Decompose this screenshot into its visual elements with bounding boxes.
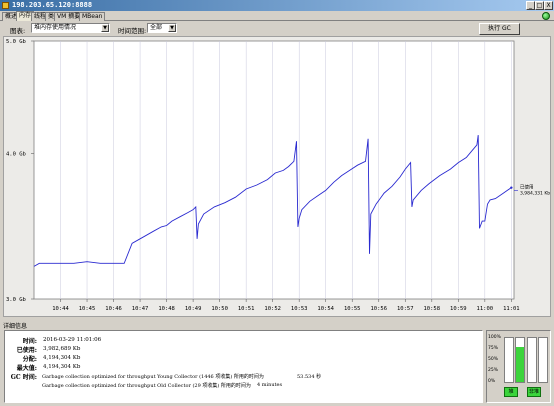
- y-tick-label: 4.0 Gb: [6, 152, 26, 158]
- x-tick-label: 10:47: [132, 306, 149, 312]
- x-tick-label: 10:59: [450, 306, 467, 312]
- x-tick-label: 10:49: [185, 306, 202, 312]
- time-range-select[interactable]: 全部 ▼: [147, 23, 177, 33]
- x-tick-label: 10:51: [238, 306, 255, 312]
- details-section-title: 详细信息: [3, 323, 28, 330]
- heap-button[interactable]: 堆: [504, 387, 518, 397]
- max-value: 4,194,304 Kb: [43, 364, 81, 370]
- x-tick-label: 10:45: [79, 306, 96, 312]
- time-label: 时间:: [22, 338, 37, 345]
- connection-status-icon: [542, 12, 550, 20]
- chart-select[interactable]: 堆内存使用情况 ▼: [31, 23, 110, 33]
- plot-area: [33, 40, 515, 300]
- java-app-icon: [2, 2, 9, 9]
- max-label: 最大值:: [16, 365, 37, 372]
- x-tick-label: 10:57: [397, 306, 414, 312]
- x-tick-label: 10:50: [211, 306, 228, 312]
- allocated-value: 4,194,304 Kb: [43, 355, 81, 361]
- close-button[interactable]: X: [544, 1, 553, 10]
- chart-label: 图表:: [10, 27, 26, 35]
- y-tick-label: 3.0 Gb: [6, 297, 26, 303]
- time-range-label: 时间范围:: [118, 27, 147, 35]
- callout-label: 已使用: [520, 183, 534, 190]
- x-tick-label: 10:44: [52, 306, 69, 312]
- tab-bar: 概述 内存 线程 类 VM 摘要 MBean: [0, 11, 554, 21]
- chevron-down-icon[interactable]: ▼: [101, 24, 109, 32]
- x-tick-label: 10:46: [105, 306, 122, 312]
- tab-mbean[interactable]: MBean: [79, 12, 106, 21]
- gc-old-line: Garbage collection optimized for through…: [42, 383, 251, 389]
- heap-tick: 75%: [488, 346, 499, 351]
- x-tick-label: 10:48: [158, 306, 175, 312]
- time-range-value: 全部: [150, 24, 163, 31]
- allocated-label: 分配:: [22, 356, 37, 363]
- heap-tick: 50%: [488, 357, 499, 362]
- non-heap-button[interactable]: 非堆: [527, 387, 541, 397]
- heap-bar[interactable]: [504, 337, 514, 383]
- x-tick-label: 10:54: [317, 306, 334, 312]
- x-tick-label: 10:58: [424, 306, 441, 312]
- x-tick-label: 11:00: [477, 306, 494, 312]
- callout-value: 3,984,331 Kb: [520, 190, 550, 196]
- heap-bar[interactable]: [538, 337, 548, 383]
- x-tick-label: 10:56: [370, 306, 387, 312]
- heap-bar-fill: [516, 346, 524, 382]
- chevron-down-icon[interactable]: ▼: [168, 24, 176, 32]
- gc-old-value: 4 minutes: [257, 382, 283, 388]
- used-value: 3,982,689 Kb: [43, 346, 81, 352]
- gc-young-line: Garbage collection optimized for through…: [42, 374, 264, 380]
- gc-time-label: GC 时间:: [10, 374, 37, 381]
- used-label: 已使用:: [16, 347, 37, 354]
- heap-tick: 25%: [488, 368, 499, 373]
- time-value: 2016-03-29 11:01:06: [43, 337, 102, 343]
- heap-bar[interactable]: [527, 337, 537, 383]
- heap-memory-chart: 10:44 10:45 10:46 10:47 10:48 10:49 10:50 10:51…: [3, 36, 551, 317]
- heap-usage-panel: 100% 75% 50% 25% 0% 堆 非堆: [486, 330, 551, 403]
- x-tick-label: 10:52: [264, 306, 281, 312]
- heap-tick: 0%: [488, 379, 496, 384]
- perform-gc-button[interactable]: 执行 GC: [479, 23, 520, 35]
- x-tick-label: 10:53: [291, 306, 308, 312]
- window-title: 198.203.65.120:8888: [12, 1, 93, 9]
- heap-bar[interactable]: [515, 337, 525, 383]
- heap-tick: 100%: [488, 335, 501, 340]
- minimize-button[interactable]: _: [526, 1, 535, 10]
- window-title-bar[interactable]: 198.203.65.120:8888 _ □ X: [0, 0, 554, 11]
- details-panel: 时间: 2016-03-29 11:01:06 已使用: 3,982,689 K…: [4, 330, 483, 403]
- gc-young-value: 53.534 秒: [297, 374, 322, 380]
- x-tick-label: 10:55: [344, 306, 361, 312]
- maximize-button[interactable]: □: [535, 1, 544, 10]
- series-end-point: [510, 186, 513, 189]
- x-tick-label: 11:01: [503, 306, 520, 312]
- y-tick-label: 5.0 Gb: [6, 39, 26, 45]
- chart-select-value: 堆内存使用情况: [34, 24, 77, 31]
- chart-svg: 10:44 10:45 10:46 10:47 10:48 10:49 10:50 10:51…: [6, 39, 550, 312]
